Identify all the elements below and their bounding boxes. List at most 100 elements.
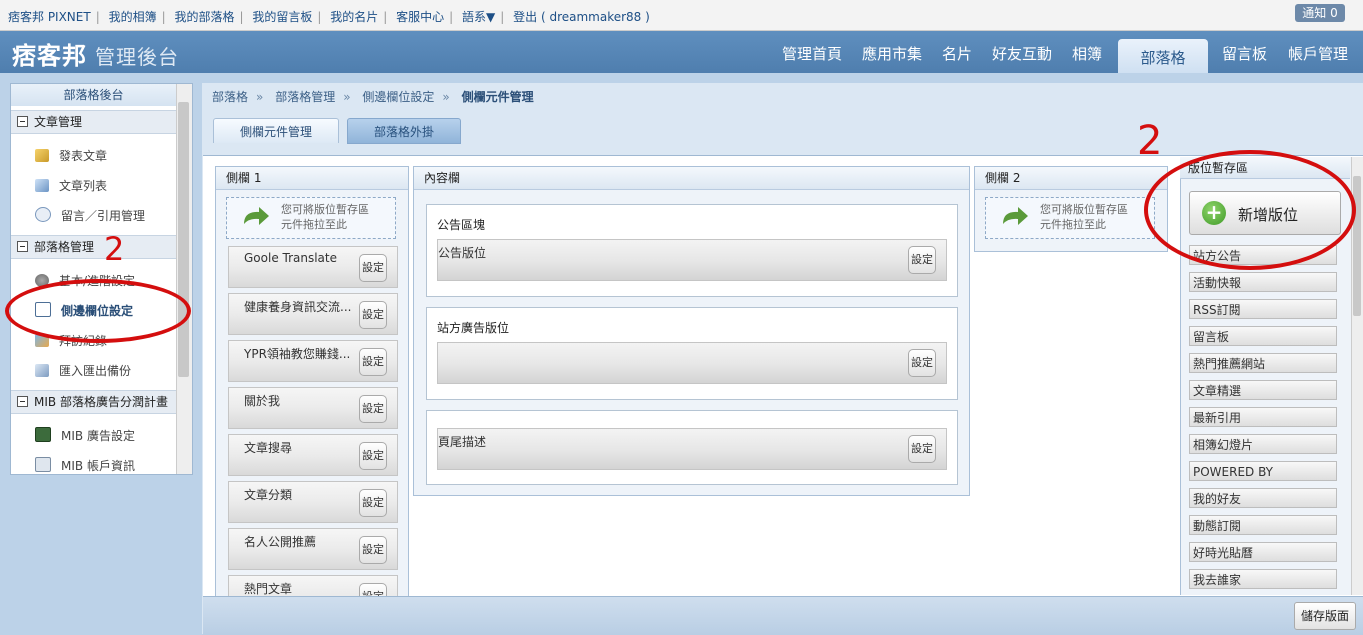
widget-item[interactable]: 關於我 設定 (228, 387, 398, 429)
sidebar-scroll-thumb[interactable] (178, 102, 189, 377)
drop-zone[interactable]: 您可將版位暫存區 元件拖拉至此 (985, 197, 1155, 239)
storage-item[interactable]: 留言板 (1189, 326, 1337, 346)
top-link-support[interactable]: 客服中心 (396, 10, 444, 24)
sidebar-item-comments[interactable]: 留言／引用管理 (35, 207, 145, 224)
widget-item[interactable]: Goole Translate 設定 (228, 246, 398, 288)
storage-item[interactable]: 我的好友 (1189, 488, 1337, 508)
sidebar-item-settings[interactable]: 基本/進階設定 (35, 272, 135, 289)
settings-button[interactable]: 設定 (908, 349, 936, 377)
widget-item[interactable]: 名人公開推薦 設定 (228, 528, 398, 570)
top-link-guestbook[interactable]: 我的留言板 (252, 10, 312, 24)
storage-item[interactable]: 最新引用 (1189, 407, 1337, 427)
top-link-logout[interactable]: 登出 ( dreammaker88 ) (513, 10, 650, 24)
settings-button[interactable]: 設定 (359, 395, 387, 423)
top-links: 痞客邦 PIXNET | 我的相簿 | 我的部落格 | 我的留言板 | 我的名片 | 客服… (8, 10, 650, 24)
top-link-language[interactable]: 語系▼ (462, 10, 495, 24)
tab-blog-plugins[interactable]: 部落格外掛 (347, 118, 461, 144)
sidebar-section-mib[interactable]: MIB 部落格廣告分潤計畫 (11, 390, 176, 414)
storage-item[interactable]: 我去誰家 (1189, 569, 1337, 589)
widget-item[interactable]: 健康養身資訊交流... 設定 (228, 293, 398, 335)
drop-zone[interactable]: 您可將版位暫存區 元件拖拉至此 (226, 197, 396, 239)
slot-item[interactable]: 頁尾描述 設定 (437, 428, 947, 470)
settings-button[interactable]: 設定 (908, 435, 936, 463)
slot-item[interactable]: 設定 (437, 342, 947, 384)
nav-home[interactable]: 管理首頁 (782, 43, 842, 64)
storage-item[interactable]: 文章精選 (1189, 380, 1337, 400)
storage-item[interactable]: 活動快報 (1189, 272, 1337, 292)
box-title: 公告區塊 (437, 218, 486, 232)
nav-guestbook[interactable]: 留言板 (1222, 43, 1267, 64)
storage-item[interactable]: 熱門推薦網站 (1189, 353, 1337, 373)
users-icon (35, 334, 49, 347)
breadcrumb-blog-manage[interactable]: 部落格管理 (275, 90, 335, 104)
widget-item[interactable]: 文章搜尋 設定 (228, 434, 398, 476)
logo-text: 痞客邦 (12, 42, 87, 70)
header-subtitle: 管理後台 (95, 45, 179, 69)
document-list-icon (35, 179, 49, 192)
settings-button[interactable]: 設定 (359, 348, 387, 376)
column-content: 內容欄 公告區塊 公告版位 設定 站方廣告版位 設定 頁尾描述 設定 (413, 166, 970, 496)
nav-album[interactable]: 相簿 (1072, 43, 1102, 64)
collapse-icon[interactable] (17, 116, 28, 127)
logo[interactable]: 痞客邦 管理後台 (12, 36, 179, 71)
sidebar-item-new-post[interactable]: 發表文章 (35, 147, 107, 164)
settings-button[interactable]: 設定 (359, 536, 387, 564)
breadcrumb-blog[interactable]: 部落格 (212, 90, 248, 104)
plus-icon: + (1202, 201, 1226, 225)
tab-widget-manage[interactable]: 側欄元件管理 (213, 118, 339, 143)
storage-title: 版位暫存區 (1180, 157, 1350, 179)
nav-app-market[interactable]: 應用市集 (862, 43, 922, 64)
sidebar-item-backup[interactable]: 匯入匯出備份 (35, 362, 131, 379)
widget-item[interactable]: 文章分類 設定 (228, 481, 398, 523)
widget-item[interactable]: 熱門文章 設定 (228, 575, 398, 596)
storage-item[interactable]: POWERED BY (1189, 461, 1337, 481)
layout-icon (35, 302, 51, 317)
nav-friends[interactable]: 好友互動 (992, 43, 1052, 64)
bottom-bar (203, 596, 1363, 635)
settings-button[interactable]: 設定 (359, 442, 387, 470)
sidebar-section-blog[interactable]: 部落格管理 (11, 235, 176, 259)
nav-card[interactable]: 名片 (942, 43, 972, 64)
storage-item[interactable]: RSS訂閱 (1189, 299, 1337, 319)
nav-account[interactable]: 帳戶管理 (1288, 43, 1348, 64)
content-box-footer: 頁尾描述 設定 (426, 410, 958, 485)
sidebar-item-sidebar-settings[interactable]: 側邊欄位設定 (35, 302, 133, 319)
sidebar-item-visits[interactable]: 拜訪紀錄 (35, 332, 107, 349)
storage-item[interactable]: 站方公告 (1189, 245, 1337, 265)
card-icon (35, 457, 51, 472)
top-link-card[interactable]: 我的名片 (330, 10, 378, 24)
top-link-blog[interactable]: 我的部落格 (174, 10, 234, 24)
sidebar-item-mib-account[interactable]: MIB 帳戶資訊 (35, 457, 135, 474)
collapse-icon[interactable] (17, 396, 28, 407)
settings-button[interactable]: 設定 (359, 489, 387, 517)
add-slot-button[interactable]: + 新增版位 (1189, 191, 1341, 235)
save-layout-button[interactable]: 儲存版面 (1294, 602, 1356, 630)
collapse-icon[interactable] (17, 241, 28, 252)
storage-item[interactable]: 動態訂閱 (1189, 515, 1337, 535)
content-box-site-ad: 站方廣告版位 設定 (426, 307, 958, 400)
sidebar-item-mib-ads[interactable]: MIB 廣告設定 (35, 427, 135, 444)
slot-item[interactable]: 公告版位 設定 (437, 239, 947, 281)
top-link-album[interactable]: 我的相簿 (109, 10, 157, 24)
content-box-announcement: 公告區塊 公告版位 設定 (426, 204, 958, 297)
column-title: 內容欄 (414, 167, 969, 190)
sidebar-section-articles[interactable]: 文章管理 (11, 110, 176, 134)
breadcrumb-current: 側欄元件管理 (461, 90, 534, 104)
breadcrumb-sidebar-settings[interactable]: 側邊欄位設定 (362, 90, 434, 104)
settings-button[interactable]: 設定 (359, 254, 387, 282)
top-link-pixnet[interactable]: 痞客邦 PIXNET (8, 10, 91, 24)
notification-badge[interactable]: 通知 0 (1295, 4, 1345, 22)
nav-blog-active[interactable]: 部落格 (1118, 39, 1208, 73)
settings-button[interactable]: 設定 (359, 583, 387, 596)
settings-button[interactable]: 設定 (359, 301, 387, 329)
film-icon (35, 427, 51, 442)
storage-scroll-thumb[interactable] (1353, 176, 1361, 316)
column-sidebar-1: 側欄 1 您可將版位暫存區 元件拖拉至此 Goole Translate 設定 健康… (215, 166, 409, 597)
widget-item[interactable]: YPR領袖教您賺錢... 設定 (228, 340, 398, 382)
column-sidebar-2: 側欄 2 您可將版位暫存區 元件拖拉至此 (974, 166, 1168, 252)
sidebar-item-post-list[interactable]: 文章列表 (35, 177, 107, 194)
annotation-number: 2 (104, 230, 125, 268)
settings-button[interactable]: 設定 (908, 246, 936, 274)
storage-item[interactable]: 相簿幻燈片 (1189, 434, 1337, 454)
storage-item[interactable]: 好時光貼曆 (1189, 542, 1337, 562)
